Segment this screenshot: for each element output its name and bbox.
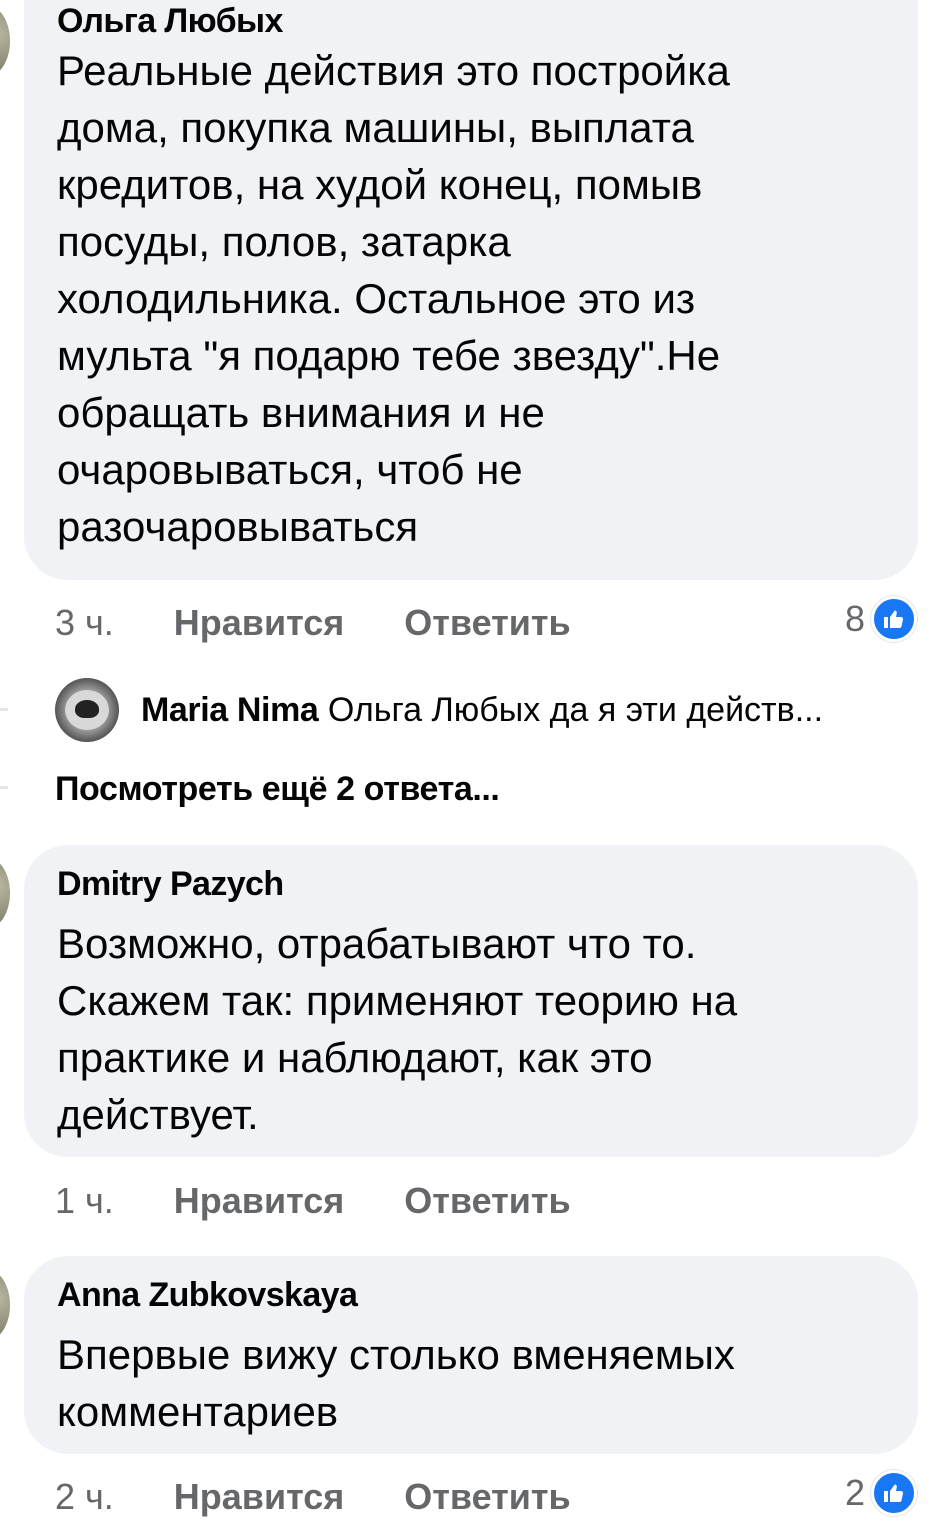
- thumbs-up-icon: [871, 1470, 917, 1516]
- thread-connector: [0, 786, 8, 789]
- reaction-count: 8: [844, 598, 865, 639]
- reaction-count: 2: [844, 1472, 865, 1513]
- reply-avatar[interactable]: [55, 678, 119, 742]
- commenter-avatar[interactable]: [0, 6, 10, 76]
- reply-snippet: Ольга Любых да я эти действ...: [327, 690, 824, 729]
- comment-author[interactable]: Ольга Любых: [57, 2, 283, 41]
- reply-button[interactable]: Ответить: [404, 1180, 570, 1221]
- like-button[interactable]: Нравится: [174, 602, 344, 643]
- reply-button[interactable]: Ответить: [404, 602, 570, 643]
- comment-timestamp[interactable]: 3 ч.: [55, 602, 114, 643]
- comments-thread: Ольга Любых Реальные действия это постро…: [0, 0, 951, 1521]
- view-more-replies-link[interactable]: Посмотреть ещё 2 ответа...: [55, 770, 500, 809]
- comment-author[interactable]: Anna Zubkovskaya: [57, 1276, 358, 1315]
- comment-actions: 3 ч. Нравится Ответить: [55, 602, 571, 644]
- comment-text: Реальные действия это постройка дома, по…: [57, 47, 730, 550]
- cat-icon: [75, 700, 99, 718]
- commenter-avatar[interactable]: [0, 1270, 10, 1340]
- reply-author[interactable]: Maria Nima: [141, 691, 319, 729]
- reply-preview[interactable]: Maria Nima Ольга Любых да я эти действ..…: [55, 676, 921, 744]
- comment-author[interactable]: Dmitry Pazych: [57, 865, 284, 904]
- comment-bubble: Ольга Любых Реальные действия это постро…: [24, 0, 918, 580]
- comment-actions: 1 ч. Нравится Ответить: [55, 1180, 571, 1222]
- comment-bubble: Dmitry Pazych Возможно, отрабатывают что…: [24, 845, 918, 1157]
- comment-bubble: Anna Zubkovskaya Впервые вижу столько вм…: [24, 1256, 918, 1454]
- comment-text: Возможно, отрабатывают что то. Скажем та…: [57, 920, 738, 1138]
- thumbs-up-icon: [871, 596, 917, 642]
- like-button[interactable]: Нравится: [174, 1476, 344, 1517]
- thread-connector: [0, 708, 8, 711]
- comment-text: Впервые вижу столько вменяемых комментар…: [57, 1331, 735, 1435]
- like-button[interactable]: Нравится: [174, 1180, 344, 1221]
- reaction-summary[interactable]: 2: [845, 1470, 917, 1516]
- reply-preview-text[interactable]: Maria Nima Ольга Любых да я эти действ..…: [141, 691, 921, 730]
- comment-timestamp[interactable]: 2 ч.: [55, 1476, 114, 1517]
- comment-timestamp[interactable]: 1 ч.: [55, 1180, 114, 1221]
- reaction-summary[interactable]: 8: [845, 596, 917, 642]
- comment-actions: 2 ч. Нравится Ответить: [55, 1476, 571, 1518]
- reply-button[interactable]: Ответить: [404, 1476, 570, 1517]
- commenter-avatar[interactable]: [0, 858, 10, 928]
